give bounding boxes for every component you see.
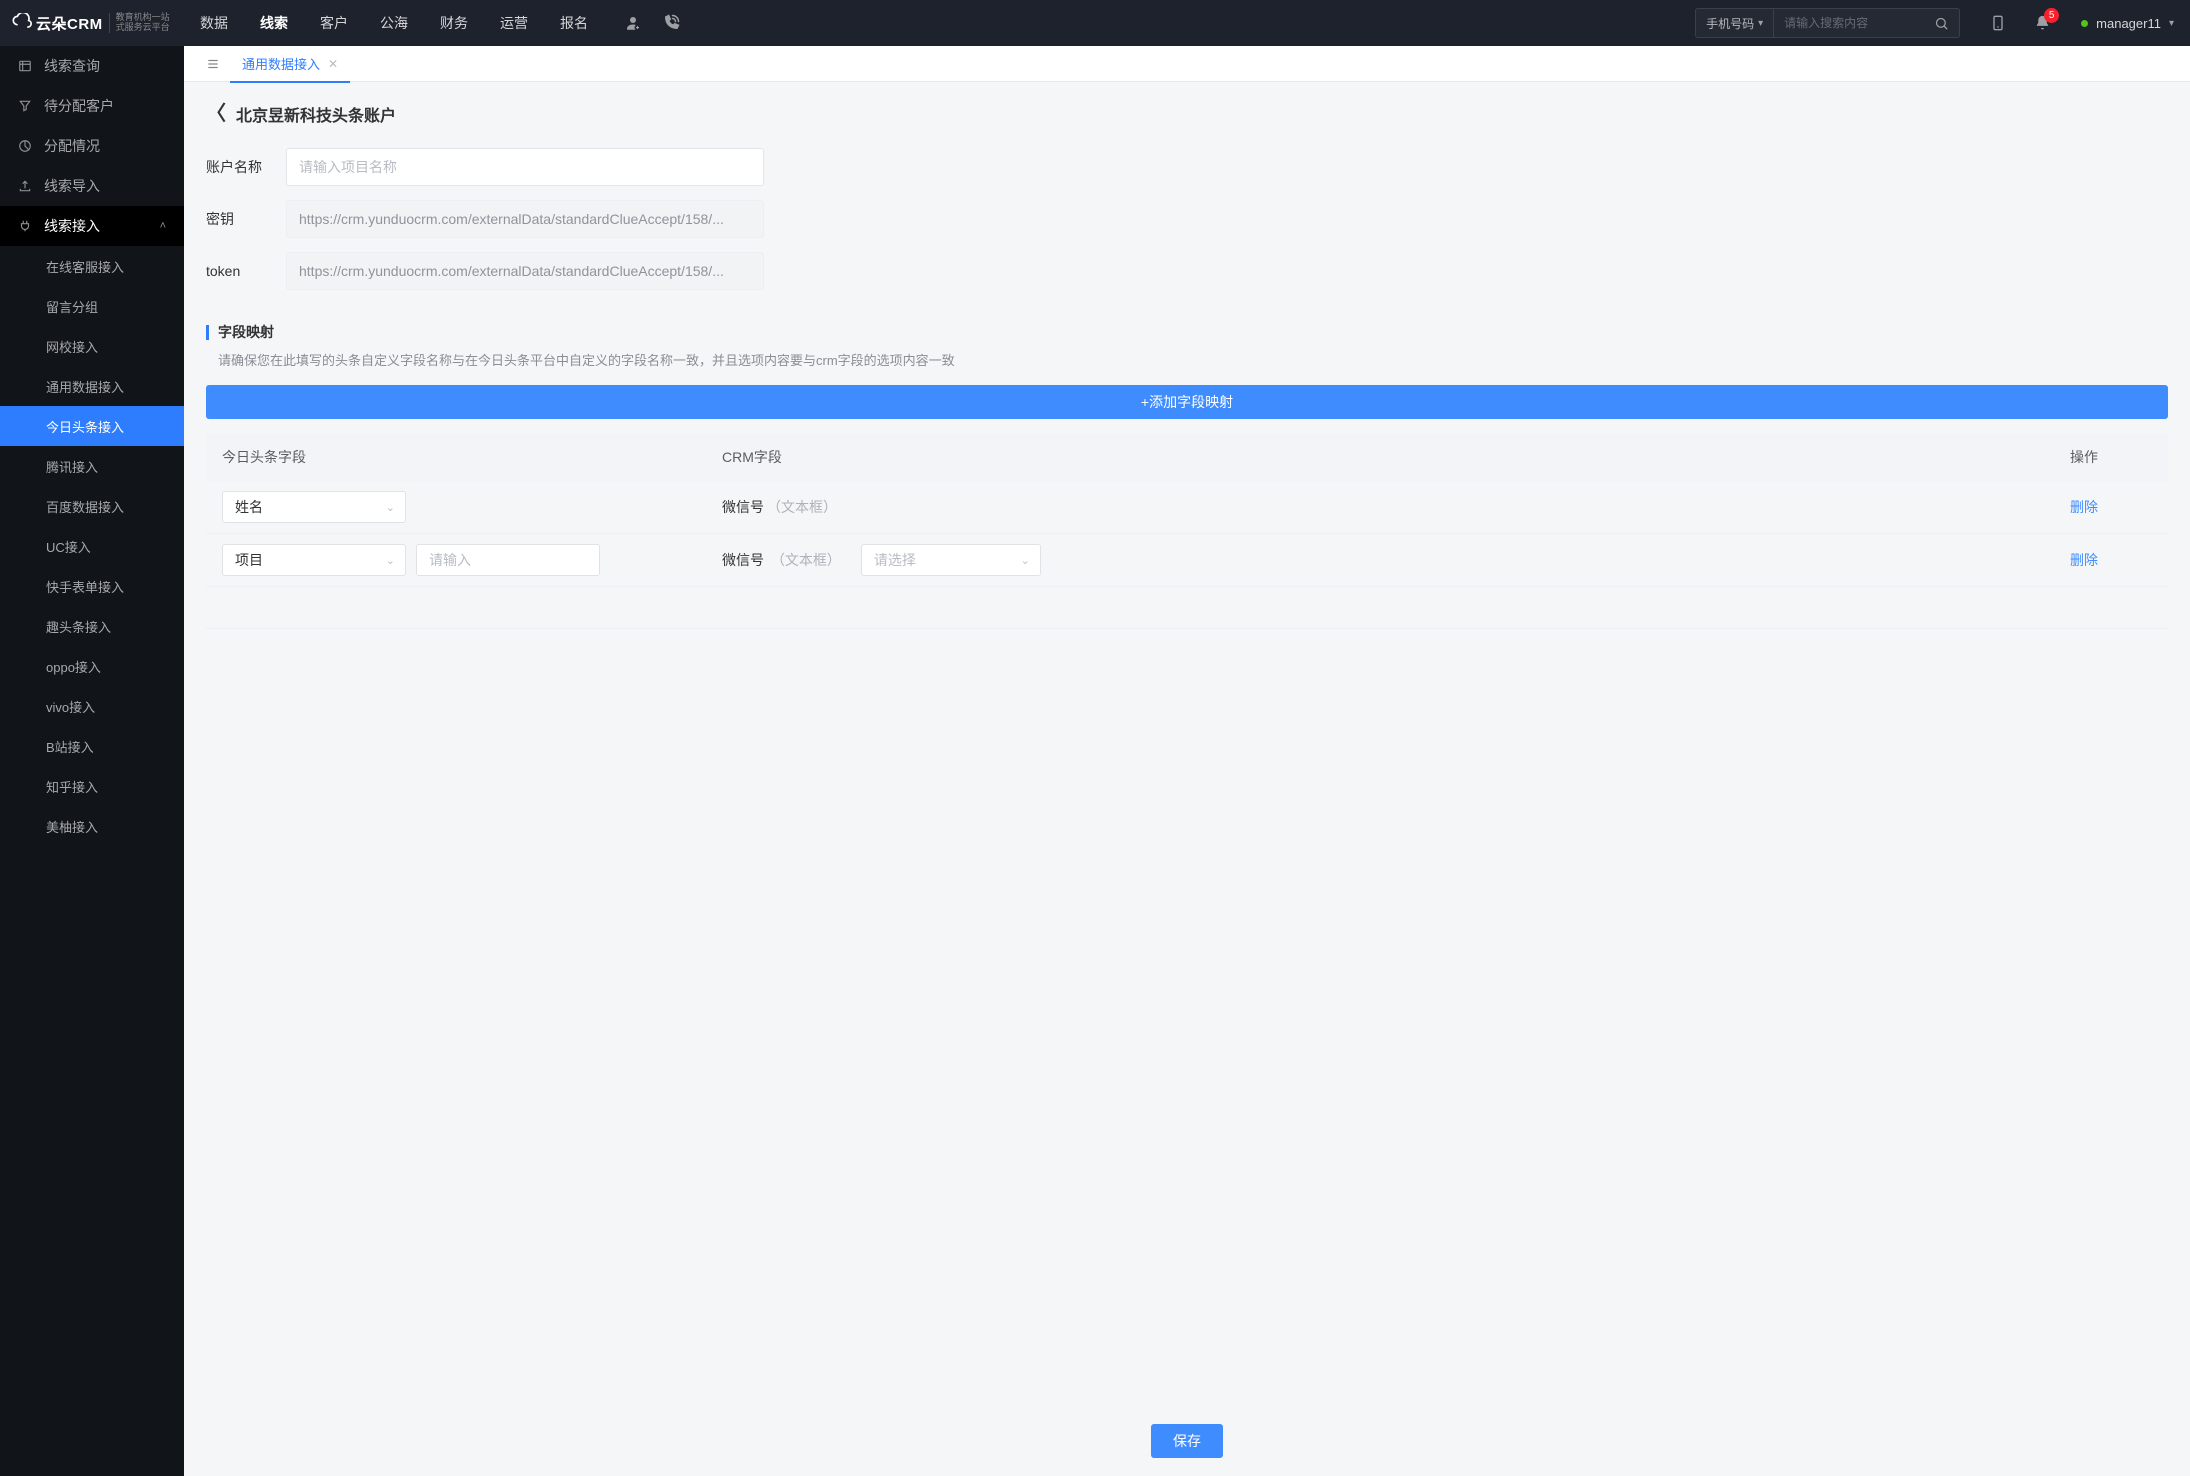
bell-icon[interactable]: 5 bbox=[2034, 14, 2051, 32]
label-account-name: 账户名称 bbox=[206, 157, 286, 177]
sub-baidu[interactable]: 百度数据接入 bbox=[0, 486, 184, 526]
label-secret: 密钥 bbox=[206, 209, 286, 229]
main-content: 通用数据接入 ✕ 〈 北京昱新科技头条账户 账户名称 密钥 token bbox=[184, 46, 2190, 1476]
sidebar-item-access[interactable]: 线索接入 ˄ bbox=[0, 206, 184, 246]
back-icon[interactable]: 〈 bbox=[206, 104, 226, 124]
add-mapping-button[interactable]: +添加字段映射 bbox=[206, 385, 2168, 419]
toutiao-field-input[interactable] bbox=[416, 544, 600, 576]
footer-bar: 保存 bbox=[206, 1408, 2168, 1476]
col-header-crm: CRM字段 bbox=[722, 447, 2070, 467]
nav-customer[interactable]: 客户 bbox=[304, 0, 364, 46]
search-input[interactable] bbox=[1774, 16, 1924, 30]
sub-online-service[interactable]: 在线客服接入 bbox=[0, 246, 184, 286]
plug-icon bbox=[18, 219, 32, 233]
table-row: 姓名 ⌄ 微信号 （文本框） 删除 bbox=[206, 481, 2168, 534]
chevron-up-icon: ˄ bbox=[160, 220, 166, 232]
delete-link[interactable]: 删除 bbox=[2070, 552, 2098, 568]
sub-kuaishou[interactable]: 快手表单接入 bbox=[0, 566, 184, 606]
logo-text: 云朵CRM bbox=[36, 13, 103, 34]
input-account-name[interactable] bbox=[286, 148, 764, 186]
sidebar: 线索查询 待分配客户 分配情况 线索导入 线索接入 ˄ 在线客服接入 留言分组 … bbox=[0, 46, 184, 1476]
mobile-icon[interactable] bbox=[1990, 14, 2006, 32]
logo-subtitle: 教育机构一站 式服务云平台 bbox=[109, 13, 170, 33]
input-secret[interactable] bbox=[286, 200, 764, 238]
top-extra-icons bbox=[624, 14, 680, 32]
input-token[interactable] bbox=[286, 252, 764, 290]
label-token: token bbox=[206, 263, 286, 279]
search-box: 手机号码 ▾ bbox=[1695, 8, 1960, 38]
section-title: 字段映射 bbox=[218, 322, 274, 342]
col-header-op: 操作 bbox=[2070, 447, 2152, 467]
crm-field-name: 微信号 bbox=[722, 552, 764, 568]
tab-general-data[interactable]: 通用数据接入 ✕ bbox=[230, 46, 350, 82]
pie-icon bbox=[18, 139, 32, 153]
sub-uc[interactable]: UC接入 bbox=[0, 526, 184, 566]
tab-bar: 通用数据接入 ✕ bbox=[184, 46, 2190, 82]
col-header-toutiao: 今日头条字段 bbox=[222, 447, 722, 467]
list-icon bbox=[18, 59, 32, 73]
user-name: manager11 bbox=[2096, 16, 2161, 31]
section-desc: 请确保您在此填写的头条自定义字段名称与在今日头条平台中自定义的字段名称一致，并且… bbox=[206, 350, 2168, 369]
save-button[interactable]: 保存 bbox=[1151, 1424, 1223, 1458]
sidebar-item-clue-search[interactable]: 线索查询 bbox=[0, 46, 184, 86]
toutiao-field-select[interactable]: 项目 ⌄ bbox=[222, 544, 406, 576]
chevron-down-icon: ⌄ bbox=[386, 554, 395, 567]
chevron-down-icon: ⌄ bbox=[1021, 554, 1030, 567]
table-row: 项目 ⌄ 微信号 （文本框） 请选择 ⌄ bbox=[206, 534, 2168, 587]
crm-field-name: 微信号 bbox=[722, 497, 764, 517]
notification-badge: 5 bbox=[2044, 8, 2059, 23]
sub-oppo[interactable]: oppo接入 bbox=[0, 646, 184, 686]
filter-icon bbox=[18, 99, 32, 113]
upload-icon bbox=[18, 179, 32, 193]
collapse-icon[interactable] bbox=[196, 57, 230, 71]
sub-zhihu[interactable]: 知乎接入 bbox=[0, 766, 184, 806]
sub-bilibili[interactable]: B站接入 bbox=[0, 726, 184, 766]
sub-meiyou[interactable]: 美柚接入 bbox=[0, 806, 184, 846]
sub-vivo[interactable]: vivo接入 bbox=[0, 686, 184, 726]
nav-clue[interactable]: 线索 bbox=[244, 0, 304, 46]
sub-toutiao[interactable]: 今日头条接入 bbox=[0, 406, 184, 446]
close-icon[interactable]: ✕ bbox=[328, 57, 338, 71]
search-type-select[interactable]: 手机号码 ▾ bbox=[1696, 9, 1774, 37]
sub-message-group[interactable]: 留言分组 bbox=[0, 286, 184, 326]
delete-link[interactable]: 删除 bbox=[2070, 499, 2098, 515]
mapping-table: 今日头条字段 CRM字段 操作 姓名 ⌄ 微信号 （文本框） bbox=[206, 433, 2168, 629]
sub-qutoutiao[interactable]: 趣头条接入 bbox=[0, 606, 184, 646]
sidebar-item-assign[interactable]: 分配情况 bbox=[0, 126, 184, 166]
logo[interactable]: 云朵CRM 教育机构一站 式服务云平台 bbox=[0, 13, 184, 34]
sub-tencent[interactable]: 腾讯接入 bbox=[0, 446, 184, 486]
top-header: 云朵CRM 教育机构一站 式服务云平台 数据 线索 客户 公海 财务 运营 报名… bbox=[0, 0, 2190, 46]
sub-general-data[interactable]: 通用数据接入 bbox=[0, 366, 184, 406]
table-header: 今日头条字段 CRM字段 操作 bbox=[206, 433, 2168, 481]
sidebar-item-unassigned[interactable]: 待分配客户 bbox=[0, 86, 184, 126]
page-title: 北京昱新科技头条账户 bbox=[236, 102, 396, 126]
crm-field-select[interactable]: 请选择 ⌄ bbox=[861, 544, 1041, 576]
nav-ops[interactable]: 运营 bbox=[484, 0, 544, 46]
user-menu[interactable]: manager11 ▾ bbox=[2081, 16, 2174, 31]
nav-signup[interactable]: 报名 bbox=[544, 0, 604, 46]
nav-data[interactable]: 数据 bbox=[184, 0, 244, 46]
chevron-down-icon: ⌄ bbox=[386, 501, 395, 514]
nav-finance[interactable]: 财务 bbox=[424, 0, 484, 46]
top-nav: 数据 线索 客户 公海 财务 运营 报名 bbox=[184, 0, 604, 46]
sidebar-item-import[interactable]: 线索导入 bbox=[0, 166, 184, 206]
crm-field-hint: （文本框） bbox=[771, 552, 841, 568]
chevron-down-icon: ▾ bbox=[2169, 18, 2174, 29]
status-dot bbox=[2081, 20, 2088, 27]
toutiao-field-select[interactable]: 姓名 ⌄ bbox=[222, 491, 406, 523]
sub-school[interactable]: 网校接入 bbox=[0, 326, 184, 366]
nav-public[interactable]: 公海 bbox=[364, 0, 424, 46]
crm-field-hint: （文本框） bbox=[767, 497, 837, 517]
phone-icon[interactable] bbox=[662, 14, 680, 32]
user-add-icon[interactable] bbox=[624, 14, 642, 32]
chevron-down-icon: ▾ bbox=[1758, 18, 1763, 29]
search-icon[interactable] bbox=[1924, 16, 1959, 31]
section-bar bbox=[206, 325, 209, 340]
